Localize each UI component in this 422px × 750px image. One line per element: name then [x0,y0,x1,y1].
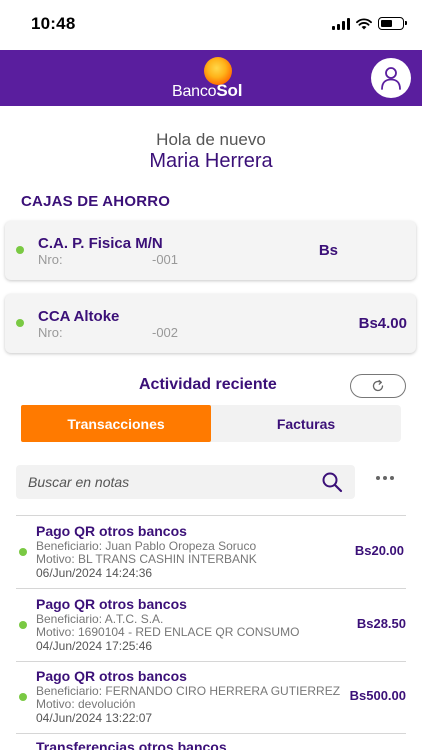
recent-activity-title: Actividad reciente [139,376,277,393]
logo-text-sol: Sol [216,81,243,100]
tab-transacciones[interactable]: Transacciones [21,405,211,442]
account-card[interactable]: CCA Altoke Nro: -002 Bs4.00 [5,294,416,353]
transaction-motive: Motivo: BL TRANS CASHIN INTERBANK [36,552,257,566]
transaction-item[interactable]: Pago QR otros bancos Beneficiario: FERNA… [16,661,406,733]
greeting-text: Hola de nuevo [156,130,266,149]
transaction-title: Pago QR otros bancos [36,668,187,684]
transaction-status-dot [19,621,27,629]
transaction-item[interactable]: Pago QR otros bancos Beneficiario: Juan … [16,516,406,588]
account-number: -002 [152,325,179,340]
tab-facturas[interactable]: Facturas [211,405,401,442]
logo-text: BancoSol [172,81,242,101]
transaction-amount: Bs28.50 [356,616,406,631]
status-bar: 10:48 [0,0,422,50]
transaction-date: 06/Jun/2024 14:24:36 [36,566,153,580]
user-icon [381,67,401,90]
logo-text-banco: Banco [172,83,217,100]
transaction-status-dot [19,693,27,701]
account-name: CCA Altoke [38,308,120,325]
app-header: BancoSol [0,50,422,106]
transaction-amount: Bs500.00 [349,688,406,703]
search-icon[interactable] [321,471,343,493]
transaction-amount: Bs20.00 [354,543,404,558]
transaction-motive: Motivo: 1690104 - RED ENLACE QR CONSUMO [36,625,300,639]
account-number-label: Nro: [38,252,63,267]
refresh-icon [372,379,384,392]
transaction-status-dot [19,548,27,556]
transaction-title: Transferencias otros bancos [36,739,227,750]
transaction-beneficiary: Beneficiario: A.T.C. S.A. [36,612,164,626]
account-number: -001 [152,252,179,267]
transaction-title: Pago QR otros bancos [36,596,187,612]
more-horizontal-icon [376,476,380,480]
search-input[interactable] [28,465,308,499]
transaction-date: 04/Jun/2024 13:22:07 [36,711,153,725]
transaction-title: Pago QR otros bancos [36,523,187,539]
status-time: 10:48 [31,14,76,33]
status-icons [332,17,407,30]
activity-tabs: Transacciones Facturas [21,405,401,442]
transaction-item[interactable]: Pago QR otros bancos Beneficiario: A.T.C… [16,589,406,661]
transaction-beneficiary: Beneficiario: Juan Pablo Oropeza Soruco [36,539,257,553]
transaction-date: 04/Jun/2024 17:25:46 [36,639,153,653]
wifi-icon [356,17,372,29]
account-number-label: Nro: [38,325,63,340]
profile-button[interactable] [371,58,411,98]
transaction-motive: Motivo: devolución [36,697,136,711]
account-balance: Bs4.00 [358,315,407,332]
search-box [16,465,355,499]
account-status-dot [16,319,24,327]
bancosol-logo: BancoSol [172,57,252,101]
account-status-dot [16,246,24,254]
account-name: C.A. P. Fisica M/N [38,235,163,252]
account-card[interactable]: C.A. P. Fisica M/N Nro: -001 Bs [5,221,416,280]
transaction-beneficiary: Beneficiario: FERNANDO CIRO HERRERA GUTI… [36,684,341,698]
savings-section-title: CAJAS DE AHORRO [21,193,171,210]
signal-icon [332,17,350,30]
refresh-button[interactable] [350,374,406,398]
battery-icon [378,17,407,30]
user-name: Maria Herrera [149,150,273,172]
transaction-item[interactable]: Transferencias otros bancos [16,733,406,750]
account-balance: Bs [318,242,338,259]
more-options-button[interactable] [376,476,394,480]
